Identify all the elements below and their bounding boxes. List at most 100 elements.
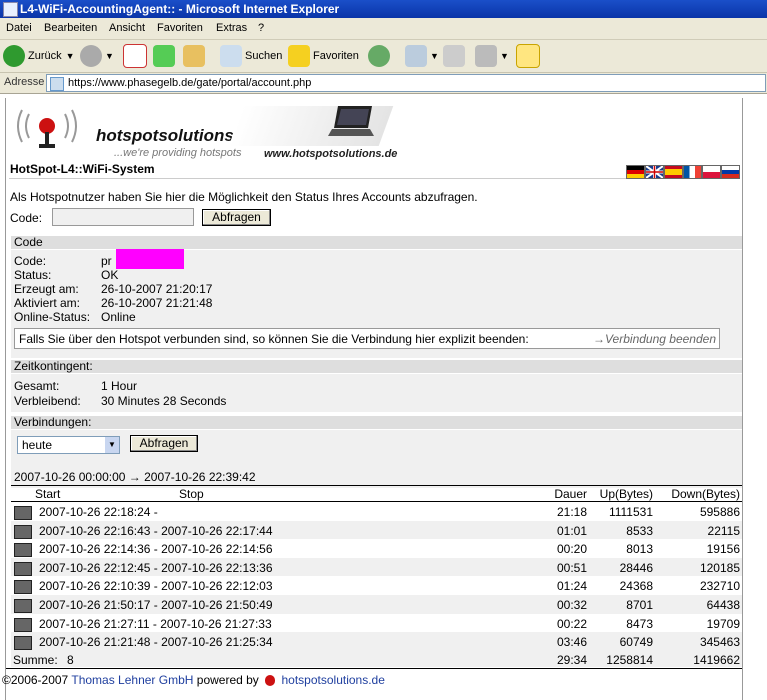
chevron-down-icon: ▼	[430, 51, 439, 61]
period-select[interactable]: heute ▼	[17, 436, 120, 454]
row-dauer: 21:18	[556, 505, 587, 519]
disconnect-link[interactable]: →Verbindung beenden	[593, 332, 716, 346]
total-label: Gesamt:	[14, 379, 60, 393]
row-up: 1111531	[608, 505, 653, 519]
address-input[interactable]: https://www.phasegelb.de/gate/portal/acc…	[46, 74, 766, 92]
row-range: 2007-10-26 21:27:11 - 2007-10-26 21:27:3…	[39, 616, 272, 631]
favorites-button[interactable]: Favoriten	[288, 44, 359, 68]
laptop-icon	[328, 106, 374, 136]
row-up: 28446	[619, 560, 653, 575]
footer-company-link[interactable]: Thomas Lehner GmbH	[71, 673, 193, 687]
online-status-label: Online-Status:	[14, 310, 91, 324]
flag-ru-icon[interactable]	[721, 165, 740, 179]
table-row: 2007-10-26 22:12:45 - 2007-10-26 22:13:3…	[11, 557, 742, 577]
code-input[interactable]	[52, 208, 194, 226]
table-row: 2007-10-26 22:10:39 - 2007-10-26 22:12:0…	[11, 576, 742, 596]
forward-button[interactable]: ▼	[80, 44, 114, 68]
stop-icon	[123, 44, 147, 68]
summary-dauer: 29:34	[556, 653, 587, 667]
flag-en-icon[interactable]	[645, 165, 664, 179]
created-label: Erzeugt am:	[14, 282, 79, 296]
table-row: 2007-10-26 21:27:11 - 2007-10-26 21:27:3…	[11, 613, 742, 633]
summary-down: 1419662	[693, 653, 740, 667]
back-button[interactable]: Zurück ▼	[3, 44, 75, 68]
flag-es-icon[interactable]	[664, 165, 683, 179]
network-card-icon	[14, 561, 32, 576]
summary-label: Summe:	[13, 653, 58, 667]
row-up: 60749	[619, 635, 653, 650]
window-title-bar: L4-WiFi-AccountingAgent:: - Microsoft In…	[0, 0, 767, 18]
remaining-label: Verbleibend:	[14, 394, 81, 408]
footer-logo-icon	[265, 675, 276, 687]
history-icon	[368, 45, 390, 67]
intro-text: Als Hotspotnutzer haben Sie hier die Mög…	[10, 190, 478, 204]
row-range: 2007-10-26 22:12:45 - 2007-10-26 22:13:3…	[39, 560, 273, 575]
antenna-logo-icon	[17, 109, 77, 148]
ie-app-icon	[3, 2, 18, 17]
code-redaction	[116, 249, 184, 269]
table-row: 2007-10-26 22:16:43 - 2007-10-26 22:17:4…	[11, 520, 742, 540]
chevron-down-icon: ▼	[105, 51, 114, 61]
union-jack-shape	[646, 166, 663, 178]
disconnect-box: Falls Sie über den Hotspot verbunden sin…	[14, 328, 720, 349]
menu-favoriten[interactable]: Favoriten	[157, 22, 203, 34]
network-card-icon	[14, 524, 32, 539]
address-label: Adresse	[4, 76, 45, 88]
refresh-button[interactable]	[153, 44, 178, 68]
row-dauer: 00:51	[556, 560, 587, 575]
system-title: HotSpot-L4::WiFi-System	[10, 162, 155, 176]
col-up: Up(Bytes)	[599, 487, 653, 501]
row-down: 64438	[706, 598, 740, 612]
history-button[interactable]	[368, 44, 393, 68]
connections-submit-button[interactable]: Abfragen	[130, 435, 198, 452]
print-button[interactable]	[443, 44, 468, 68]
date-range: 2007-10-26 00:00:00 → 2007-10-26 22:39:4…	[14, 470, 256, 484]
refresh-icon	[153, 45, 175, 67]
col-dauer: Dauer	[554, 487, 587, 501]
footer-powered: powered by	[196, 673, 259, 687]
created-value: 26-10-2007 21:20:17	[101, 282, 213, 296]
code-submit-button[interactable]: Abfragen	[202, 209, 271, 226]
disconnect-text: Falls Sie über den Hotspot verbunden sin…	[19, 332, 529, 346]
note-icon	[516, 44, 540, 68]
page-viewport: hotspotsolutions.de ...we're providing h…	[0, 94, 767, 700]
forward-arrow-icon	[80, 45, 102, 67]
mail-button[interactable]: ▼	[405, 44, 439, 68]
edit-button[interactable]: ▼	[475, 44, 509, 68]
flag-fr-icon[interactable]	[683, 165, 702, 179]
row-up: 8701	[626, 598, 653, 612]
col-start: Start	[35, 487, 61, 501]
row-dauer: 01:01	[556, 523, 587, 538]
table-row: 2007-10-26 21:50:17 - 2007-10-26 21:50:4…	[11, 595, 742, 614]
menu-extras[interactable]: Extras	[216, 22, 247, 34]
stop-button[interactable]	[123, 44, 150, 68]
table-row: 2007-10-26 22:14:36 - 2007-10-26 22:14:5…	[11, 539, 742, 559]
menu-datei[interactable]: Datei	[6, 22, 32, 34]
footer-brand-link[interactable]: hotspotsolutions.de	[282, 673, 385, 687]
flag-de-icon[interactable]	[626, 165, 645, 179]
row-range: 2007-10-26 22:14:36 - 2007-10-26 22:14:5…	[39, 542, 273, 557]
row-down: 120185	[699, 560, 740, 575]
address-bar: Adresse https://www.phasegelb.de/gate/po…	[0, 73, 767, 94]
printer-icon	[443, 45, 465, 67]
home-button[interactable]	[183, 44, 208, 68]
online-status-value: Online	[101, 310, 136, 324]
menu-bearbeiten[interactable]: Bearbeiten	[44, 22, 97, 34]
menu-help[interactable]: ?	[258, 22, 264, 34]
menu-ansicht[interactable]: Ansicht	[109, 22, 145, 34]
notes-button[interactable]	[516, 44, 543, 68]
menu-bar: Datei Bearbeiten Ansicht Favoriten Extra…	[0, 19, 767, 40]
flag-pl-icon[interactable]	[702, 165, 721, 179]
code-field-label: Code:	[14, 254, 47, 268]
star-icon	[288, 45, 310, 67]
edit-icon	[475, 45, 497, 67]
code-field-value: pr	[101, 254, 112, 268]
row-range: 2007-10-26 22:10:39 - 2007-10-26 22:12:0…	[39, 579, 273, 594]
search-button[interactable]: Suchen	[220, 44, 282, 68]
portal-frame: hotspotsolutions.de ...we're providing h…	[2, 98, 743, 700]
col-down: Down(Bytes)	[671, 487, 740, 501]
code-section-header: Code	[11, 236, 742, 249]
search-icon	[220, 45, 242, 67]
row-dauer: 03:46	[556, 635, 587, 650]
remaining-value: 30 Minutes 28 Seconds	[101, 394, 227, 408]
